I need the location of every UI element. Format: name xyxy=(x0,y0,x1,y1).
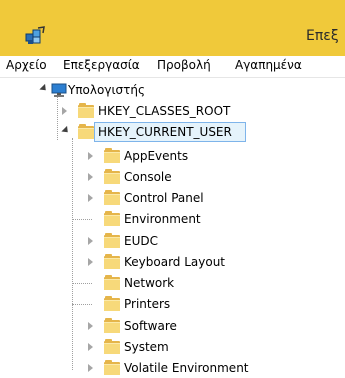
tree-node-hkey-current-user[interactable]: HKEY_CURRENT_USER xyxy=(0,122,345,142)
menu-edit[interactable]: Επεξεργασία xyxy=(63,58,140,72)
tree-node-label: Υπολογιστής xyxy=(68,83,145,97)
menu-file[interactable]: Αρχείο xyxy=(6,58,47,72)
folder-icon xyxy=(104,190,120,205)
tree-node-label: Console xyxy=(124,170,172,184)
expand-toggle-icon[interactable] xyxy=(88,343,93,351)
tree-node-eudc[interactable]: EUDC xyxy=(0,231,345,251)
tree-node-network[interactable]: Network xyxy=(0,273,345,293)
folder-icon xyxy=(104,275,120,290)
window-title: Επεξ xyxy=(306,28,339,44)
folder-icon xyxy=(104,296,120,311)
folder-icon xyxy=(104,211,120,226)
tree-node-keyboard-layout[interactable]: Keyboard Layout xyxy=(0,252,345,272)
folder-icon xyxy=(104,148,120,163)
expand-toggle-icon[interactable] xyxy=(88,364,93,372)
expand-toggle-icon[interactable] xyxy=(39,83,49,94)
tree-node-label: Network xyxy=(124,276,175,290)
expand-toggle-icon[interactable] xyxy=(88,258,93,266)
title-bar: Επεξ xyxy=(0,0,345,56)
expand-toggle-icon[interactable] xyxy=(88,173,93,181)
tree-node-hkey-classes-root[interactable]: HKEY_CLASSES_ROOT xyxy=(0,101,345,121)
tree-node-console[interactable]: Console xyxy=(0,167,345,187)
folder-icon xyxy=(104,233,120,248)
tree-node-label: System xyxy=(124,340,169,354)
expand-toggle-icon[interactable] xyxy=(88,322,93,330)
folder-icon xyxy=(104,169,120,184)
tree-node-computer[interactable]: Υπολογιστής xyxy=(0,80,345,100)
tree-node-label: HKEY_CURRENT_USER xyxy=(98,125,232,139)
folder-icon xyxy=(104,360,120,375)
expand-toggle-icon[interactable] xyxy=(88,237,93,245)
tree-node-system[interactable]: System xyxy=(0,337,345,357)
folder-icon xyxy=(78,103,94,118)
tree-node-label: AppEvents xyxy=(124,149,189,163)
collapse-toggle-icon[interactable] xyxy=(61,125,71,136)
folder-icon xyxy=(104,339,120,354)
tree-node-label: Keyboard Layout xyxy=(124,255,226,269)
menu-view[interactable]: Προβολή xyxy=(157,58,211,72)
tree-node-volatile-environment[interactable]: Volatile Environment xyxy=(0,358,345,378)
computer-icon xyxy=(51,83,67,97)
expand-toggle-icon[interactable] xyxy=(88,194,93,202)
tree-node-label: Control Panel xyxy=(124,191,204,205)
tree-node-label: Volatile Environment xyxy=(124,361,249,375)
tree-node-label: Software xyxy=(124,319,177,333)
expand-toggle-icon[interactable] xyxy=(62,107,67,115)
expand-toggle-icon[interactable] xyxy=(88,152,93,160)
tree-node-label: Printers xyxy=(124,297,171,311)
menu-bar: Αρχείο Επεξεργασία Προβολή Αγαπημένα xyxy=(0,56,345,78)
tree-node-label: EUDC xyxy=(124,234,158,248)
tree-node-label: HKEY_CLASSES_ROOT xyxy=(98,104,231,118)
folder-icon xyxy=(104,254,120,269)
tree-node-software[interactable]: Software xyxy=(0,316,345,336)
folder-icon xyxy=(104,318,120,333)
registry-tree[interactable]: Υπολογιστής HKEY_CLASSES_ROOT HKEY_CURRE… xyxy=(0,78,345,378)
tree-node-appevents[interactable]: AppEvents xyxy=(0,146,345,166)
tree-node-label: Environment xyxy=(124,212,201,226)
folder-open-icon xyxy=(78,124,94,139)
menu-favorites[interactable]: Αγαπημένα xyxy=(235,58,302,72)
tree-node-environment[interactable]: Environment xyxy=(0,209,345,229)
tree-node-printers[interactable]: Printers xyxy=(0,294,345,314)
registry-editor-icon[interactable] xyxy=(24,26,46,46)
tree-node-control-panel[interactable]: Control Panel xyxy=(0,188,345,208)
